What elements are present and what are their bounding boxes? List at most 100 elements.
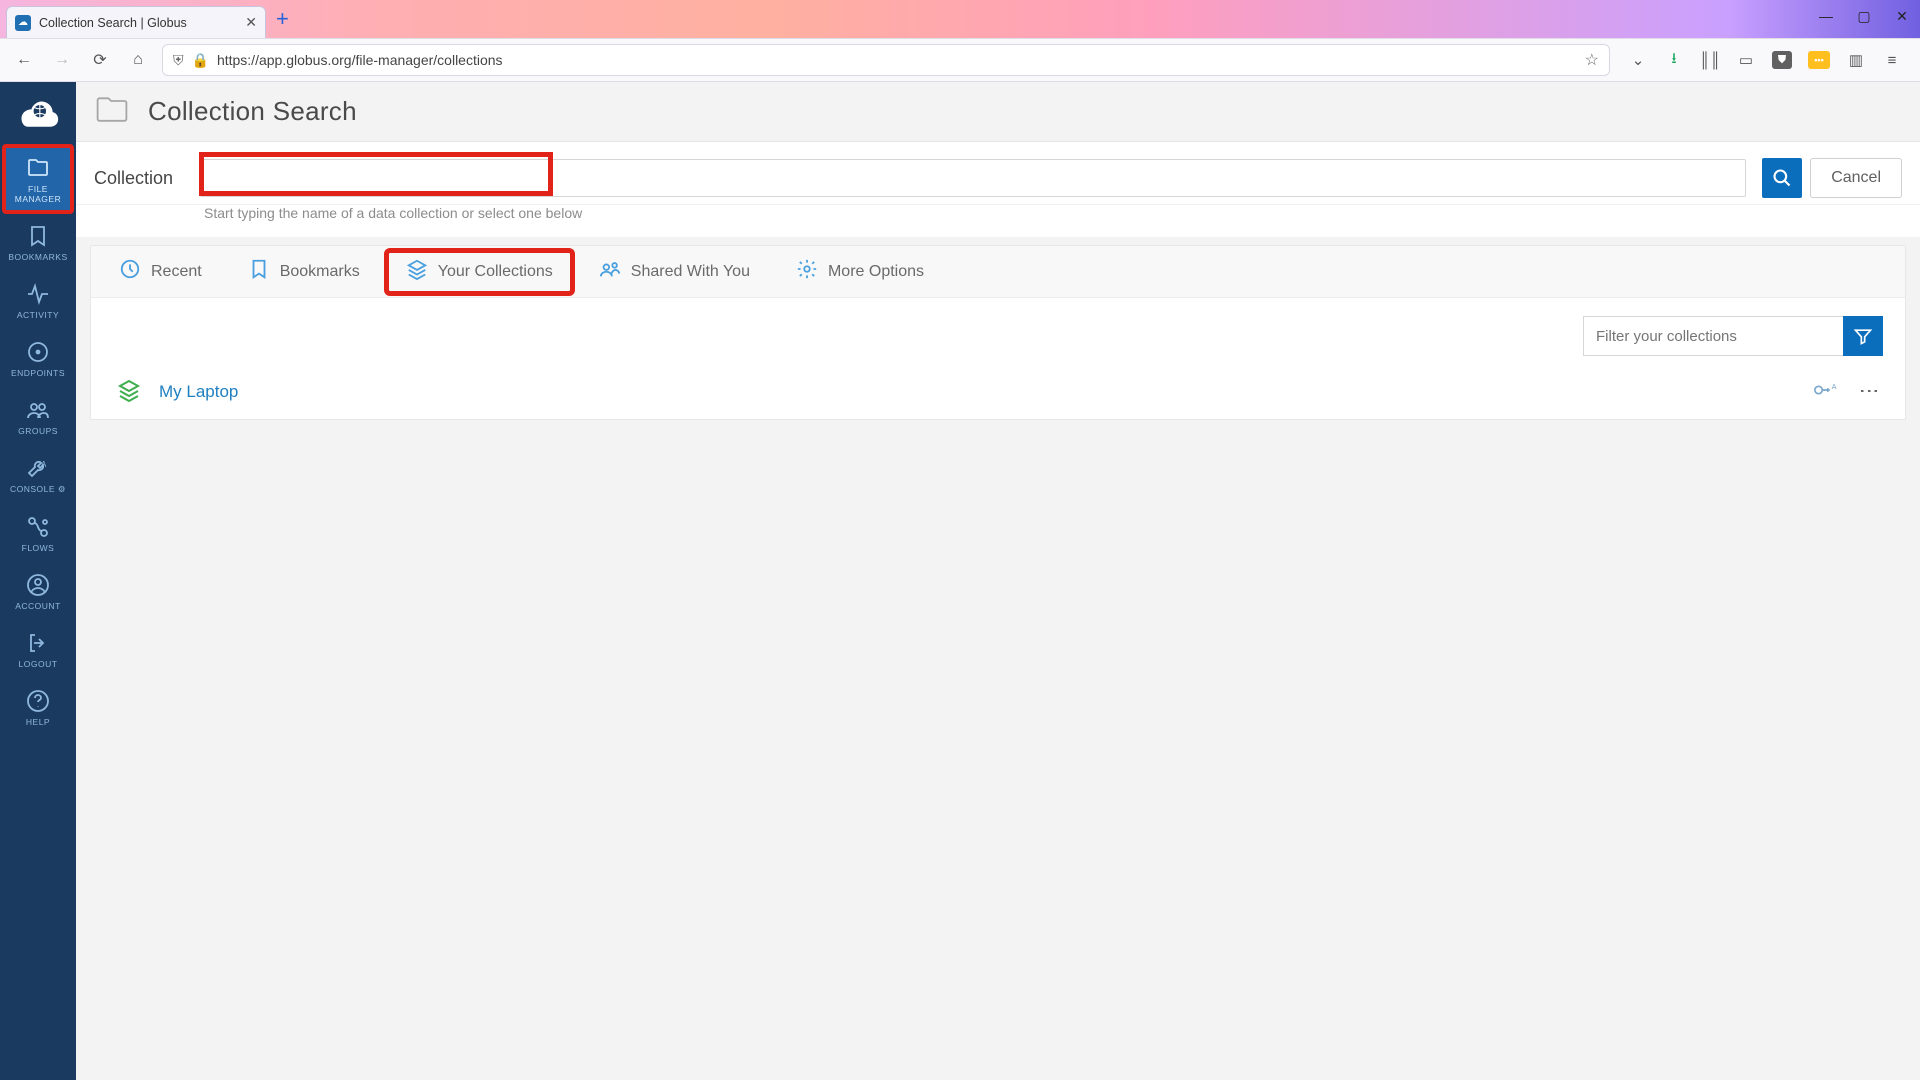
globus-favicon: ☁	[15, 15, 31, 31]
results-panel: Recent Bookmarks Your Collections Shared Wi…	[90, 245, 1906, 420]
sidebar-item-label: FLOWS	[22, 543, 55, 553]
pocket-icon[interactable]: ⌄	[1628, 50, 1648, 70]
sidebar-item-endpoints[interactable]: ENDPOINTS	[4, 330, 72, 386]
maximize-button[interactable]: ▢	[1854, 8, 1874, 25]
search-actions: Cancel	[1762, 158, 1902, 198]
back-button[interactable]: ←	[10, 46, 38, 74]
svg-text:A: A	[41, 460, 47, 469]
app-menu-icon[interactable]: ≡	[1882, 50, 1902, 70]
tab-strip: ☁ Collection Search | Globus ✕ + — ▢ ✕	[0, 0, 1920, 38]
sidebar-item-activity[interactable]: ACTIVITY	[4, 272, 72, 328]
app-root: FILE MANAGER BOOKMARKS ACTIVITY ENDPOINTS GR…	[0, 82, 1920, 1080]
result-actions: A⋮	[1813, 380, 1879, 403]
browser-chrome: ☁ Collection Search | Globus ✕ + — ▢ ✕ ←…	[0, 0, 1920, 82]
window-controls: — ▢ ✕	[1816, 8, 1912, 25]
help-icon	[26, 689, 50, 713]
layers-icon	[117, 378, 141, 405]
collection-search-row: Collection Cancel	[76, 142, 1920, 205]
sidebar-item-label: BOOKMARKS	[8, 252, 67, 262]
more-actions-icon[interactable]: ⋮	[1859, 381, 1879, 403]
sidebar-item-label: CONSOLE ⚙	[10, 484, 66, 495]
new-tab-button[interactable]: +	[276, 6, 289, 32]
bookmark-icon	[26, 224, 50, 248]
bookmark-star-icon[interactable]: ☆	[1585, 50, 1599, 70]
sidebar-item-label: ENDPOINTS	[11, 368, 65, 378]
close-tab-icon[interactable]: ✕	[245, 14, 257, 31]
tab-title: Collection Search | Globus	[39, 16, 187, 30]
tab-your-collections[interactable]: Your Collections	[388, 252, 571, 292]
sidebar-item-label: LOGOUT	[19, 659, 58, 669]
tab-recent[interactable]: Recent	[101, 252, 220, 292]
search-hint: Start typing the name of a data collecti…	[76, 205, 1920, 237]
page-wrapper: Collection Search Collection Cancel Star…	[76, 82, 1920, 1080]
circle-dot-icon	[26, 340, 50, 364]
sidebar-item-account[interactable]: ACCOUNT	[4, 563, 72, 619]
cancel-button[interactable]: Cancel	[1810, 158, 1902, 198]
globus-logo[interactable]	[0, 82, 76, 144]
filter-button[interactable]	[1843, 316, 1883, 356]
url-box[interactable]: ⛨ 🔒 https://app.globus.org/file-manager/…	[162, 44, 1610, 76]
sidebar-item-label: ACCOUNT	[15, 601, 61, 611]
sidebar-item-flows[interactable]: FLOWS	[4, 505, 72, 561]
browser-toolbar-icons: ⌄ ⭳ ║║ ▭ ⛊ ••• ▥ ≡	[1620, 50, 1910, 70]
tab-label: More Options	[828, 263, 924, 281]
sidebar-item-label: FILE MANAGER	[4, 184, 72, 204]
bookmark-icon	[248, 258, 270, 285]
search-button[interactable]	[1762, 158, 1802, 198]
sidebar-item-label: GROUPS	[18, 426, 58, 436]
folder-search-icon	[94, 92, 130, 131]
collection-label: Collection	[94, 168, 184, 189]
close-window-button[interactable]: ✕	[1892, 8, 1912, 25]
page-header: Collection Search	[76, 82, 1920, 142]
sidebar-item-logout[interactable]: LOGOUT	[4, 621, 72, 677]
tab-bookmarks[interactable]: Bookmarks	[230, 252, 378, 292]
sidebar-item-groups[interactable]: GROUPS	[4, 388, 72, 444]
downloads-icon[interactable]: ⭳	[1664, 50, 1684, 70]
collection-link[interactable]: My Laptop	[159, 382, 238, 402]
lock-icon: 🔒	[192, 52, 209, 69]
minimize-button[interactable]: —	[1816, 8, 1836, 25]
sidebar-item-file-manager[interactable]: FILE MANAGER	[4, 146, 72, 212]
wrench-icon: A	[26, 456, 50, 480]
tab-label: Shared With You	[631, 263, 750, 281]
sidebar-item-label: HELP	[26, 717, 50, 727]
gear-icon	[796, 258, 818, 285]
sidebar-toggle-icon[interactable]: ▥	[1846, 50, 1866, 70]
shield-icon: ⛨	[173, 52, 184, 69]
folder-icon	[26, 156, 50, 180]
filter-collections-input[interactable]	[1583, 316, 1843, 356]
page-title: Collection Search	[148, 96, 357, 127]
share-users-icon	[599, 258, 621, 285]
extension-badge[interactable]: •••	[1808, 51, 1830, 69]
credentials-icon[interactable]: A	[1813, 380, 1839, 403]
collection-search-input[interactable]	[200, 159, 1746, 197]
address-bar: ← → ⟳ ⌂ ⛨ 🔒 https://app.globus.org/file-…	[0, 38, 1920, 82]
collection-result-row: My LaptopA⋮	[91, 364, 1905, 419]
tab-label: Your Collections	[438, 263, 553, 281]
users-icon	[26, 398, 50, 422]
logout-icon	[26, 631, 50, 655]
layers-icon	[406, 258, 428, 285]
pulse-icon	[26, 282, 50, 306]
results-list: My LaptopA⋮	[91, 364, 1905, 419]
user-circle-icon	[26, 573, 50, 597]
filter-row	[91, 298, 1905, 364]
sidebar-item-console-[interactable]: A CONSOLE ⚙	[4, 446, 72, 503]
library-icon[interactable]: ║║	[1700, 50, 1720, 70]
home-button[interactable]: ⌂	[124, 46, 152, 74]
reload-button[interactable]: ⟳	[86, 46, 114, 74]
filter-tabs: Recent Bookmarks Your Collections Shared Wi…	[91, 246, 1905, 298]
sidebar-item-help[interactable]: HELP	[4, 679, 72, 735]
tab-shared-with-you[interactable]: Shared With You	[581, 252, 768, 292]
browser-tab[interactable]: ☁ Collection Search | Globus ✕	[6, 6, 266, 38]
tab-label: Bookmarks	[280, 263, 360, 281]
url-text: https://app.globus.org/file-manager/coll…	[217, 52, 503, 68]
tab-more-options[interactable]: More Options	[778, 252, 942, 292]
forward-button[interactable]: →	[48, 46, 76, 74]
app-sidebar: FILE MANAGER BOOKMARKS ACTIVITY ENDPOINTS GR…	[0, 82, 76, 1080]
reader-icon[interactable]: ▭	[1736, 50, 1756, 70]
tab-label: Recent	[151, 263, 202, 281]
ublock-icon[interactable]: ⛊	[1772, 51, 1792, 69]
sidebar-item-bookmarks[interactable]: BOOKMARKS	[4, 214, 72, 270]
svg-text:A: A	[1832, 382, 1837, 391]
